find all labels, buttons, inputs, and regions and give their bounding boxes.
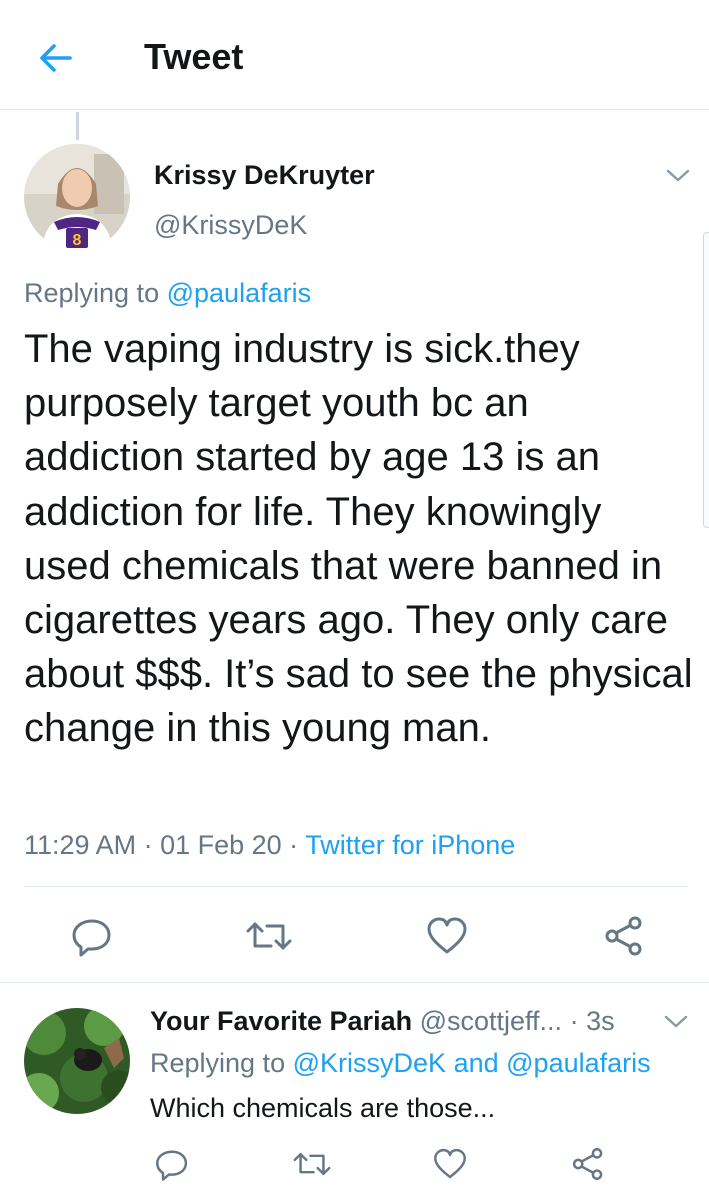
replying-to-label: Replying to [24,278,160,308]
profile-photo-icon: 8 [24,144,130,250]
arrow-left-icon [40,44,72,72]
share-icon [572,1148,603,1180]
reply-header: Your Favorite Pariah @scottjeff... · 3s [150,1006,660,1037]
tweet-options-button[interactable] [664,166,692,186]
mention-link[interactable]: @KrissyDeK [293,1048,446,1078]
avatar[interactable]: 8 [24,144,130,250]
retweet-icon [246,922,292,950]
reply-button[interactable] [70,914,114,958]
share-icon [605,916,642,956]
meta-separator: · [562,1006,587,1036]
back-button[interactable] [36,38,76,78]
author-handle[interactable]: @KrissyDeK [154,210,307,241]
and-label: and [453,1048,499,1078]
reply-button[interactable] [154,1146,190,1182]
chevron-down-icon [666,169,690,182]
tweet-metadata: 11:29 AM · 01 Feb 20 · Twitter for iPhon… [24,830,515,861]
thread-connector-line [76,112,79,140]
like-button[interactable] [432,1146,468,1182]
reply-options-button[interactable] [662,1012,690,1032]
heart-icon [434,1148,466,1179]
reply-author-handle[interactable]: @scottjeff... [420,1006,562,1036]
scroll-edge-handle[interactable] [703,232,709,528]
tweet-date: 01 Feb 20 [160,830,282,860]
divider [24,886,688,887]
reply-time: 3s [586,1006,615,1036]
reply-replying-to-line: Replying to @KrissyDeK and @paulafaris [150,1048,651,1079]
mention-link[interactable]: @paulafaris [167,278,311,308]
divider [0,982,709,983]
meta-separator: · [136,830,161,860]
replying-to-label: Replying to [150,1048,286,1078]
tweet-time: 11:29 AM [24,830,137,860]
page-title: Tweet [144,36,244,77]
retweet-button[interactable] [292,1146,332,1182]
top-bar: Tweet [0,0,709,110]
chevron-down-icon [664,1015,688,1028]
retweet-button[interactable] [245,914,292,958]
mention-link[interactable]: @paulafaris [506,1048,650,1078]
reply-text: Which chemicals are those... [150,1093,496,1123]
reply-actions-bar [0,1146,709,1190]
share-button[interactable] [602,914,646,958]
replying-to-line: Replying to @paulafaris [24,278,311,309]
tweet-actions-bar [0,912,709,962]
tweet-text: The vaping industry is sick.they purpose… [24,327,693,751]
meta-separator: · [281,830,306,860]
share-button[interactable] [570,1146,606,1182]
avatar[interactable] [24,1008,130,1114]
profile-photo-icon [24,1008,130,1114]
reply-author-name[interactable]: Your Favorite Pariah [150,1006,412,1036]
reply-icon [156,1150,188,1181]
like-button[interactable] [425,914,469,958]
tweet-source-link[interactable]: Twitter for iPhone [305,830,515,860]
reply-icon [72,919,111,957]
svg-text:8: 8 [73,232,82,249]
author-name[interactable]: Krissy DeKruyter [154,160,375,191]
heart-icon [427,917,467,954]
retweet-icon [293,1152,331,1176]
